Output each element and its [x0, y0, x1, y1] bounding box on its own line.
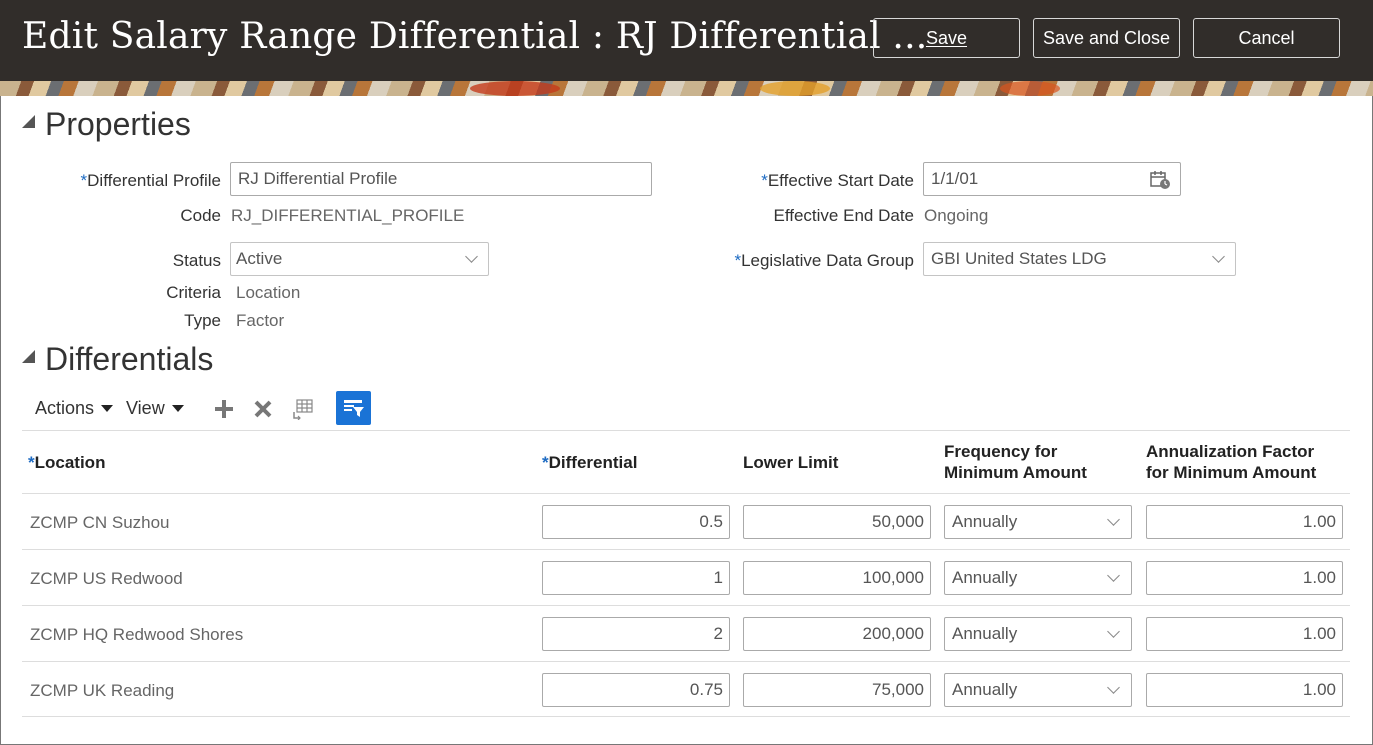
add-icon[interactable]	[213, 398, 235, 420]
row-location: ZCMP US Redwood	[30, 569, 183, 588]
row-location: ZCMP UK Reading	[30, 681, 175, 700]
properties-section-header[interactable]: Properties	[22, 106, 191, 143]
differential-input[interactable]: 0.5	[542, 505, 730, 539]
effective-start-date-value: 1/1/01	[931, 169, 979, 188]
view-menu-label: View	[126, 398, 165, 418]
legislative-data-group-selected-value: GBI United States LDG	[931, 249, 1107, 268]
effective-start-date-label: *Effective Start Date	[761, 171, 914, 190]
freeze-columns-icon[interactable]	[292, 398, 314, 420]
save-button-label: Save	[925, 27, 968, 48]
row-location: ZCMP HQ Redwood Shores	[30, 625, 244, 644]
status-label: Status	[172, 251, 221, 270]
frequency-select[interactable]: Annually	[944, 617, 1132, 651]
chevron-down-icon	[1107, 513, 1120, 526]
effective-start-date-input[interactable]: 1/1/01	[923, 162, 1181, 196]
effective-end-date-label: Effective End Date	[773, 206, 915, 225]
differential-profile-input[interactable]: RJ Differential Profile	[230, 162, 652, 196]
chevron-down-icon	[465, 250, 478, 263]
page-header: Edit Salary Range Differential : RJ Diff…	[0, 0, 1373, 81]
cancel-button[interactable]: Cancel	[1193, 18, 1340, 58]
chevron-down-icon	[1107, 681, 1120, 694]
differential-input[interactable]: 1	[542, 561, 730, 595]
code-label: Code	[180, 206, 221, 225]
page-title: Edit Salary Range Differential : RJ Diff…	[22, 16, 928, 57]
frequency-selected-value: Annually	[952, 624, 1018, 643]
annualization-input[interactable]: 1.00	[1146, 617, 1343, 651]
differential-profile-label: *Differential Profile	[80, 171, 221, 190]
frequency-select[interactable]: Annually	[944, 561, 1132, 595]
column-header-differential[interactable]: *Differential	[542, 452, 637, 473]
frequency-selected-value: Annually	[952, 568, 1018, 587]
save-button[interactable]: Save	[873, 18, 1020, 58]
chevron-down-icon	[1212, 250, 1225, 263]
column-header-frequency[interactable]: Frequency for Minimum Amount	[944, 441, 1087, 483]
annualization-input[interactable]: 1.00	[1146, 561, 1343, 595]
actions-menu[interactable]: Actions	[35, 398, 114, 419]
header-banner-image	[0, 81, 1373, 96]
table-row-divider	[22, 605, 1350, 606]
view-menu[interactable]: View	[126, 398, 184, 419]
dropdown-caret-icon	[171, 405, 184, 412]
calendar-icon[interactable]	[1150, 170, 1172, 190]
column-header-annualization[interactable]: Annualization Factor for Minimum Amount	[1146, 441, 1316, 483]
row-location: ZCMP CN Suzhou	[30, 513, 170, 532]
legislative-data-group-select[interactable]: GBI United States LDG	[923, 242, 1236, 276]
criteria-value: Location	[236, 283, 301, 302]
table-top-border	[22, 430, 1350, 431]
collapse-triangle-icon[interactable]	[22, 350, 35, 363]
type-label: Type	[184, 311, 221, 330]
lower-limit-input[interactable]: 200,000	[743, 617, 931, 651]
banner-splash	[470, 81, 560, 96]
lower-limit-input[interactable]: 75,000	[743, 673, 931, 707]
frequency-select[interactable]: Annually	[944, 505, 1132, 539]
chevron-down-icon	[1107, 569, 1120, 582]
chevron-down-icon	[1107, 625, 1120, 638]
banner-splash	[1000, 81, 1060, 96]
legislative-data-group-label: *Legislative Data Group	[734, 251, 914, 270]
properties-title: Properties	[45, 106, 191, 142]
table-divider	[22, 493, 1350, 494]
actions-menu-label: Actions	[35, 398, 95, 418]
lower-limit-input[interactable]: 50,000	[743, 505, 931, 539]
delete-icon[interactable]	[252, 398, 274, 420]
type-value: Factor	[236, 311, 285, 330]
effective-end-date-value: Ongoing	[924, 206, 989, 225]
differential-input[interactable]: 2	[542, 617, 730, 651]
annualization-input[interactable]: 1.00	[1146, 673, 1343, 707]
column-header-location[interactable]: *Location	[28, 452, 105, 473]
table-row-divider	[22, 549, 1350, 550]
lower-limit-input[interactable]: 100,000	[743, 561, 931, 595]
table-row-divider	[22, 716, 1350, 717]
frequency-select[interactable]: Annually	[944, 673, 1132, 707]
dropdown-caret-icon	[101, 405, 114, 412]
banner-splash	[760, 81, 830, 96]
status-select[interactable]: Active	[230, 242, 489, 276]
differentials-title: Differentials	[45, 341, 214, 377]
column-header-lower-limit[interactable]: Lower Limit	[743, 452, 838, 473]
table-row-divider	[22, 661, 1350, 662]
frequency-selected-value: Annually	[952, 512, 1018, 531]
collapse-triangle-icon[interactable]	[22, 115, 35, 128]
frequency-selected-value: Annually	[952, 680, 1018, 699]
code-value: RJ_DIFFERENTIAL_PROFILE	[231, 206, 465, 225]
differential-input[interactable]: 0.75	[542, 673, 730, 707]
annualization-input[interactable]: 1.00	[1146, 505, 1343, 539]
status-selected-value: Active	[236, 249, 283, 268]
differentials-section-header[interactable]: Differentials	[22, 341, 213, 378]
query-by-example-icon[interactable]	[336, 391, 371, 425]
save-and-close-button[interactable]: Save and Close	[1033, 18, 1180, 58]
criteria-label: Criteria	[166, 283, 221, 302]
